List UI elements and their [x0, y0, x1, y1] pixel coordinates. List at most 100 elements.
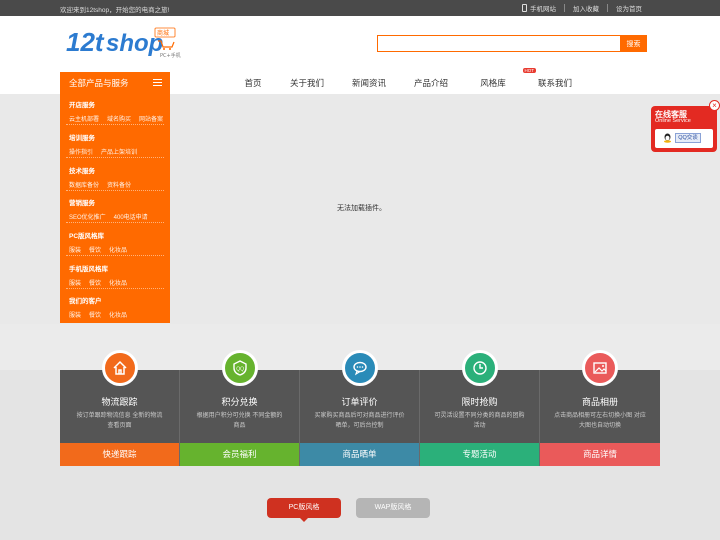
online-service-widget: 在线客服 Online Service QQ交谈 × — [651, 100, 720, 152]
phone-icon — [522, 4, 527, 12]
category-link[interactable]: 餐饮 — [89, 310, 101, 319]
feature-title: 物流跟踪 — [101, 397, 138, 407]
picture-icon — [593, 362, 607, 374]
menu-icon — [153, 79, 162, 86]
feature-card: QQ 积分兑换 根据用户积分可兑换 不同金额的商品 会员福利 — [180, 350, 300, 466]
category-link[interactable]: 服装 — [69, 278, 81, 287]
nav-item-contact[interactable]: 联系我们 — [524, 77, 586, 89]
main-nav: 首页 关于我们 新闻资讯 产品介绍 风格库 HOT 联系我们 — [230, 68, 586, 94]
nav-item-products[interactable]: 产品介绍 — [400, 77, 462, 89]
all-categories-header[interactable]: 全部产品与服务 — [60, 72, 170, 94]
feature-card: 商品相册 点击商品相册可左右切换小图 对应大图也自动切换 商品详情 — [540, 350, 660, 466]
category-link[interactable]: 数据库备份 — [69, 180, 99, 189]
mobile-site-link[interactable]: 手机网站 — [514, 3, 564, 13]
category-link[interactable]: 域名购买 — [107, 114, 131, 123]
feature-card: 限时抢购 可灵活设置不同分类的商品的团购活动 专题活动 — [420, 350, 540, 466]
category-link[interactable]: 服装 — [69, 245, 81, 254]
category-link[interactable]: 餐饮 — [89, 245, 101, 254]
category-title[interactable]: 开店服务 — [69, 99, 163, 109]
category-link[interactable]: 化妆品 — [109, 278, 127, 287]
tab-wap-style[interactable]: WAP版风格 — [356, 498, 430, 518]
feature-button[interactable]: 专题活动 — [420, 443, 539, 466]
category-group: 培训服务 操作指引 产品上架培训 — [69, 132, 137, 156]
feature-title: 订单评价 — [341, 397, 378, 407]
qq-panel: QQ交谈 — [655, 129, 713, 148]
welcome-text: 欢迎来到12tshop，开始您的电商之旅! — [60, 7, 170, 14]
nav-item-about[interactable]: 关于我们 — [276, 77, 338, 89]
top-bar: 欢迎来到12tshop，开始您的电商之旅! 手机网站 加入收藏 设为首页 — [0, 0, 720, 16]
feature-desc: 根据用户积分可兑换 不同金额的商品 — [196, 413, 283, 429]
feature-button[interactable]: 商品详情 — [540, 443, 660, 466]
site-logo[interactable]: 12t shop 商城 PC+手机 12tshop — [66, 24, 184, 62]
svg-text:PC+手机: PC+手机 — [160, 52, 181, 59]
category-link[interactable]: 400电话申请 — [114, 212, 148, 221]
feature-card: 订单评价 买家购买商品后可对商品进行评价晒单，可后台控制 商品晒单 — [300, 350, 420, 466]
feature-cards: 物流跟踪 按订单跟踪物流信息 全新的物流查看页面 快递跟踪 QQ 积分兑换 根据… — [60, 350, 660, 466]
qq-penguin-icon — [664, 133, 671, 143]
feature-icon-circle — [582, 350, 618, 386]
category-group: 我们的客户 服装 餐饮 化妆品 — [69, 295, 127, 319]
logo-graphic: 12t shop 商城 PC+手机 — [66, 27, 181, 59]
all-categories-label: 全部产品与服务 — [69, 78, 129, 88]
category-group: PC版风格库 服装 餐饮 化妆品 — [69, 230, 127, 254]
clock-icon — [473, 361, 487, 375]
category-title[interactable]: 培训服务 — [69, 132, 137, 142]
category-title[interactable]: 营销服务 — [69, 197, 148, 207]
category-link[interactable]: 化妆品 — [109, 310, 127, 319]
feature-desc: 买家购买商品后可对商品进行评价晒单，可后台控制 — [314, 413, 405, 429]
chat-icon — [353, 361, 367, 376]
feature-icon-circle — [342, 350, 378, 386]
divider — [66, 157, 164, 158]
category-link[interactable]: 餐饮 — [89, 278, 101, 287]
search-input[interactable] — [377, 35, 620, 52]
category-link[interactable]: 服装 — [69, 310, 81, 319]
category-link[interactable]: SEO优化推广 — [69, 212, 106, 221]
category-link[interactable]: 云主机部署 — [69, 114, 99, 123]
category-link[interactable]: 操作指引 — [69, 147, 93, 156]
nav-item-styles[interactable]: 风格库 HOT — [462, 68, 536, 89]
service-subtitle: Online Service — [655, 118, 691, 124]
plugin-error-message: 无法加载插件。 — [337, 205, 386, 212]
category-sidebar: 开店服务 云主机部署 域名购买 网站备案 培训服务 操作指引 产品上架培训 技术服务 … — [60, 94, 170, 323]
category-link[interactable]: 资料备份 — [107, 180, 131, 189]
feature-button[interactable]: 快递跟踪 — [60, 443, 179, 466]
category-link[interactable]: 产品上架培训 — [101, 147, 137, 156]
feature-title: 限时抢购 — [461, 397, 498, 407]
divider — [66, 190, 164, 191]
feature-icon-circle: QQ — [222, 350, 258, 386]
category-link[interactable]: 网站备案 — [139, 114, 163, 123]
house-icon — [113, 360, 127, 375]
qq-chat-button[interactable]: QQ交谈 — [675, 133, 701, 143]
feature-icon-circle — [102, 350, 138, 386]
feature-button[interactable]: 商品晒单 — [300, 443, 419, 466]
feature-card: 物流跟踪 按订单跟踪物流信息 全新的物流查看页面 快递跟踪 — [60, 350, 180, 466]
set-homepage-link[interactable]: 设为首页 — [608, 3, 650, 13]
search-button[interactable]: 搜索 — [620, 35, 647, 52]
category-link[interactable]: 化妆品 — [109, 245, 127, 254]
category-group: 营销服务 SEO优化推广 400电话申请 — [69, 197, 148, 221]
close-icon[interactable]: × — [709, 100, 720, 111]
category-title[interactable]: PC版风格库 — [69, 230, 127, 240]
svg-text:12t: 12t — [66, 27, 105, 57]
feature-button[interactable]: 会员福利 — [180, 443, 299, 466]
nav-item-home[interactable]: 首页 — [230, 77, 276, 89]
divider — [66, 255, 164, 256]
svg-text:商城: 商城 — [157, 29, 169, 37]
add-favorite-link[interactable]: 加入收藏 — [565, 3, 607, 13]
feature-desc: 点击商品相册可左右切换小图 对应大图也自动切换 — [554, 413, 646, 429]
category-title[interactable]: 手机版风格库 — [69, 263, 127, 273]
category-group: 开店服务 云主机部署 域名购买 网站备案 — [69, 99, 163, 123]
svg-text:QQ: QQ — [236, 367, 244, 373]
tab-pc-style[interactable]: PC版风格 — [267, 498, 341, 522]
category-group: 手机版风格库 服装 餐饮 化妆品 — [69, 263, 127, 287]
nav-item-news[interactable]: 新闻资讯 — [338, 77, 400, 89]
divider — [66, 124, 164, 125]
feature-title: 商品相册 — [581, 397, 618, 407]
search-bar: 搜索 — [377, 35, 647, 52]
top-links: 手机网站 加入收藏 设为首页 — [514, 3, 650, 13]
divider — [66, 222, 164, 223]
category-title[interactable]: 我们的客户 — [69, 295, 127, 305]
feature-desc: 按订单跟踪物流信息 全新的物流查看页面 — [76, 413, 163, 429]
feature-desc: 可灵活设置不同分类的商品的团购活动 — [434, 413, 525, 429]
category-title[interactable]: 技术服务 — [69, 165, 131, 175]
